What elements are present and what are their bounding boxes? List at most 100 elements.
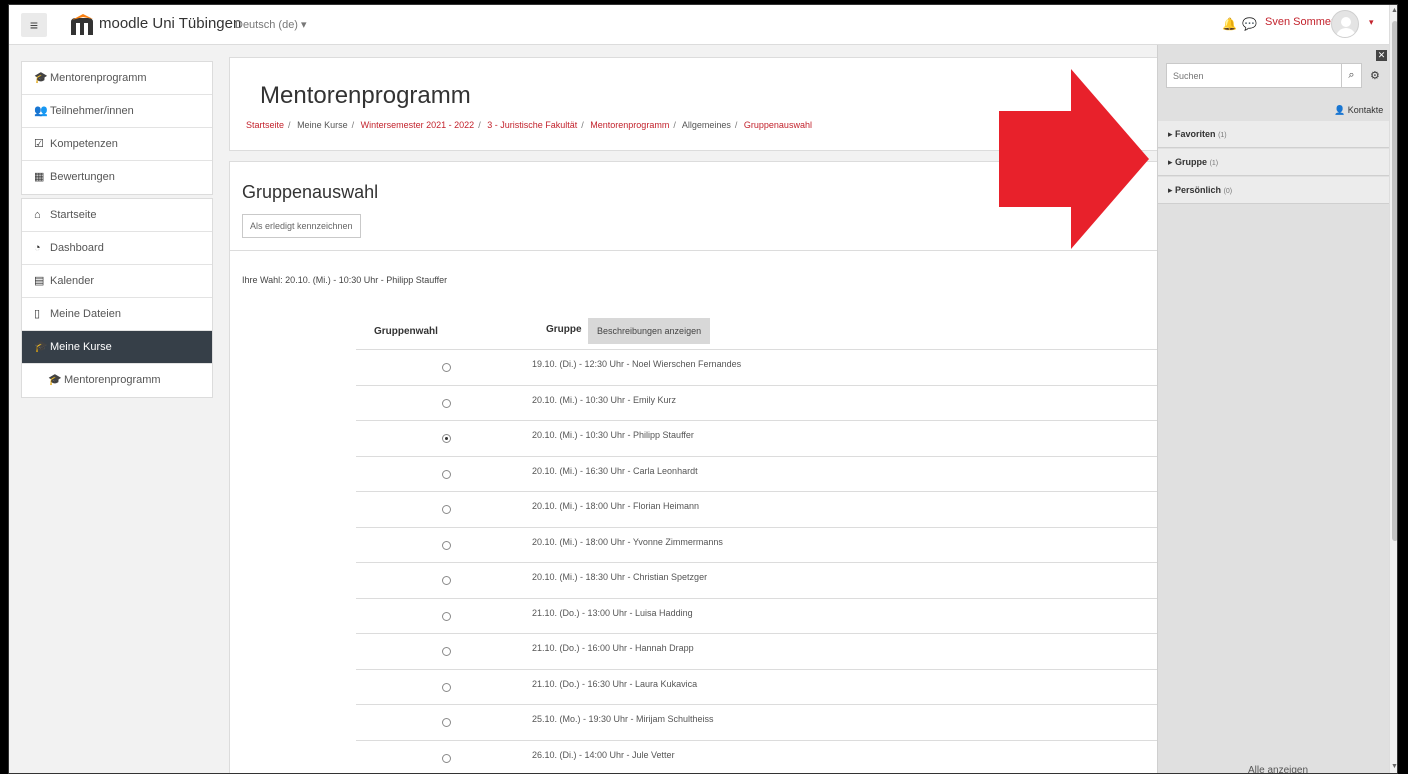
scrollbar[interactable]: ▲ ▼ xyxy=(1389,5,1397,773)
contacts-link[interactable]: 👤 Kontakte xyxy=(1334,105,1383,116)
section-persoenlich[interactable]: ▸ Persönlich (0) xyxy=(1158,177,1390,204)
choice-radio[interactable] xyxy=(442,505,451,514)
choice-radio[interactable] xyxy=(442,576,451,585)
nav-item-label: Teilnehmer/innen xyxy=(50,105,134,117)
nav-item-label: Meine Kurse xyxy=(50,341,112,353)
caret-right-icon: ▸ xyxy=(1168,157,1176,167)
users-icon: 👥 xyxy=(34,105,48,117)
hamburger-icon[interactable]: ≡ xyxy=(21,13,47,37)
scrollbar-thumb[interactable] xyxy=(1392,21,1397,541)
nav-item-dashboard[interactable]: ◔ Dashboard xyxy=(22,232,212,265)
choice-radio[interactable] xyxy=(442,363,451,372)
section-label: Favoriten xyxy=(1175,129,1216,139)
nav-item-label: Dashboard xyxy=(50,242,104,254)
divider xyxy=(230,250,1180,251)
option-label: 20.10. (Mi.) - 10:30 Uhr - Philipp Stauf… xyxy=(532,430,694,440)
option-label: 21.10. (Do.) - 16:00 Uhr - Hannah Drapp xyxy=(532,643,694,653)
breadcrumb-item: Meine Kurse xyxy=(297,120,348,130)
language-menu[interactable]: Deutsch (de) ▾ xyxy=(235,18,307,31)
chat-icon[interactable]: 💬 xyxy=(1242,17,1257,31)
site-name[interactable]: moodle Uni Tübingen xyxy=(99,15,241,32)
browser-viewport: ≡ moodle Uni Tübingen Deutsch (de) ▾ 🔔 💬… xyxy=(8,4,1398,774)
choice-radio[interactable] xyxy=(442,718,451,727)
red-arrow-annotation xyxy=(999,69,1149,249)
table-row: 20.10. (Mi.) - 18:30 Uhr - Christian Spe… xyxy=(356,563,1180,599)
close-icon[interactable]: ✕ xyxy=(1376,50,1387,61)
graduation-cap-icon: 🎓 xyxy=(34,72,48,84)
breadcrumb-item[interactable]: Mentorenprogramm xyxy=(590,120,669,130)
show-all-link[interactable]: Alle anzeigen xyxy=(1248,765,1308,773)
breadcrumb-item[interactable]: Wintersemester 2021 - 2022 xyxy=(361,120,475,130)
moodle-logo[interactable] xyxy=(69,11,95,37)
choice-table: Gruppenwahl Gruppe Beschreibungen anzeig… xyxy=(356,314,1180,774)
nav-item-label: Meine Dateien xyxy=(50,308,121,320)
breadcrumb-item[interactable]: Gruppenauswahl xyxy=(744,120,812,130)
calendar-icon: ▤ xyxy=(34,275,45,287)
scroll-up-icon[interactable]: ▲ xyxy=(1391,7,1397,14)
section-gruppe[interactable]: ▸ Gruppe (1) xyxy=(1158,149,1390,176)
section-count: (1) xyxy=(1209,160,1219,167)
search-icon[interactable]: ⌕ xyxy=(1341,64,1361,87)
nav-item-kalender[interactable]: ▤ Kalender xyxy=(22,265,212,298)
section-label: Gruppe xyxy=(1175,157,1208,167)
option-label: 19.10. (Di.) - 12:30 Uhr - Noel Wiersche… xyxy=(532,359,742,369)
table-row: 19.10. (Di.) - 12:30 Uhr - Noel Wiersche… xyxy=(356,350,1180,386)
choice-radio[interactable] xyxy=(442,611,451,621)
option-label: 21.10. (Do.) - 13:00 Uhr - Luisa Hadding xyxy=(532,607,693,618)
breadcrumb-item: Allgemeines xyxy=(681,120,731,130)
choice-radio[interactable] xyxy=(442,682,451,692)
scroll-down-icon[interactable]: ▼ xyxy=(1391,763,1397,770)
user-menu-caret-icon[interactable]: ▾ xyxy=(1369,17,1374,28)
nav-item-meine-dateien[interactable]: ▯ Meine Dateien xyxy=(22,298,212,331)
course-nav: 🎓 Mentorenprogramm 👥 Teilnehmer/innen ☑ Kom… xyxy=(21,61,213,195)
checkbox-icon: ☑ xyxy=(34,138,44,150)
nav-item-bewertungen[interactable]: ▦ Bewertungen xyxy=(22,161,212,194)
nav-item-startseite[interactable]: ⌂ Startseite xyxy=(22,199,212,232)
breadcrumb-item[interactable]: Startseite xyxy=(246,120,284,130)
nav-item-kompetenzen[interactable]: ☑ Kompetenzen xyxy=(22,128,212,161)
option-label: 21.10. (Do.) - 16:30 Uhr - Laura Kukavic… xyxy=(532,678,698,689)
column-header-choice: Gruppenwahl xyxy=(374,326,438,337)
choice-radio[interactable] xyxy=(442,540,451,550)
nav-item-teilnehmer[interactable]: 👥 Teilnehmer/innen xyxy=(22,95,212,128)
nav-item-label: Startseite xyxy=(50,209,97,221)
caret-right-icon: ▸ xyxy=(1168,185,1176,195)
user-icon: 👤 xyxy=(1334,105,1348,115)
nav-item-meine-kurse[interactable]: 🎓 Meine Kurse xyxy=(22,331,212,364)
section-label: Persönlich xyxy=(1175,185,1222,195)
breadcrumb-item[interactable]: 3 - Juristische Fakultät xyxy=(487,120,577,130)
table-row: 20.10. (Mi.) - 10:30 Uhr - Philipp Stauf… xyxy=(356,421,1180,457)
current-choice-text: Ihre Wahl: 20.10. (Mi.) - 10:30 Uhr - Ph… xyxy=(242,275,448,285)
bell-icon[interactable]: 🔔 xyxy=(1222,17,1237,31)
choice-radio-selected[interactable] xyxy=(442,434,451,443)
page-title: Mentorenprogramm xyxy=(260,82,471,109)
graduation-cap-icon: 🎓 xyxy=(34,341,48,353)
table-icon: ▦ xyxy=(34,171,45,183)
mark-complete-button[interactable]: Als erledigt kennzeichnen xyxy=(242,214,361,238)
choice-radio[interactable] xyxy=(442,753,451,763)
nav-item-label: Bewertungen xyxy=(50,171,115,183)
search-input[interactable] xyxy=(1167,64,1339,87)
table-row: 20.10. (Mi.) - 16:30 Uhr - Carla Leonhar… xyxy=(356,457,1180,492)
table-row: 20.10. (Mi.) - 10:30 Uhr - Emily Kurz xyxy=(356,386,1180,421)
nav-item-mentorenprogramm[interactable]: 🎓 Mentorenprogramm xyxy=(22,62,212,95)
table-row: 20.10. (Mi.) - 18:00 Uhr - Yvonne Zimmer… xyxy=(356,528,1180,563)
show-descriptions-button[interactable]: Beschreibungen anzeigen xyxy=(588,318,711,344)
table-row: 21.10. (Do.) - 16:30 Uhr - Laura Kukavic… xyxy=(356,670,1180,705)
section-favoriten[interactable]: ▸ Favoriten (1) xyxy=(1158,121,1390,148)
table-row: 21.10. (Do.) - 16:00 Uhr - Hannah Drapp xyxy=(356,634,1180,670)
nav-item-course-mentorenprogramm[interactable]: 🎓 Mentorenprogramm xyxy=(22,364,212,397)
avatar[interactable] xyxy=(1331,10,1359,38)
section-count: (0) xyxy=(1223,188,1233,195)
gear-icon[interactable]: ⚙ xyxy=(1370,69,1380,82)
table-header: Gruppenwahl Gruppe Beschreibungen anzeig… xyxy=(356,314,1180,350)
top-navbar: ≡ moodle Uni Tübingen Deutsch (de) ▾ 🔔 💬… xyxy=(9,5,1397,45)
nav-item-label: Kalender xyxy=(50,275,95,287)
table-row: 26.10. (Di.) - 14:00 Uhr - Jule Vetter xyxy=(356,741,1180,774)
choice-radio[interactable] xyxy=(442,469,451,479)
dashboard-icon: ◔ xyxy=(34,242,41,254)
option-label: 25.10. (Mo.) - 19:30 Uhr - Mirijam Schul… xyxy=(532,714,714,724)
user-name[interactable]: Sven Sommer xyxy=(1265,16,1335,28)
choice-radio[interactable] xyxy=(442,647,451,656)
choice-radio[interactable] xyxy=(442,398,451,408)
